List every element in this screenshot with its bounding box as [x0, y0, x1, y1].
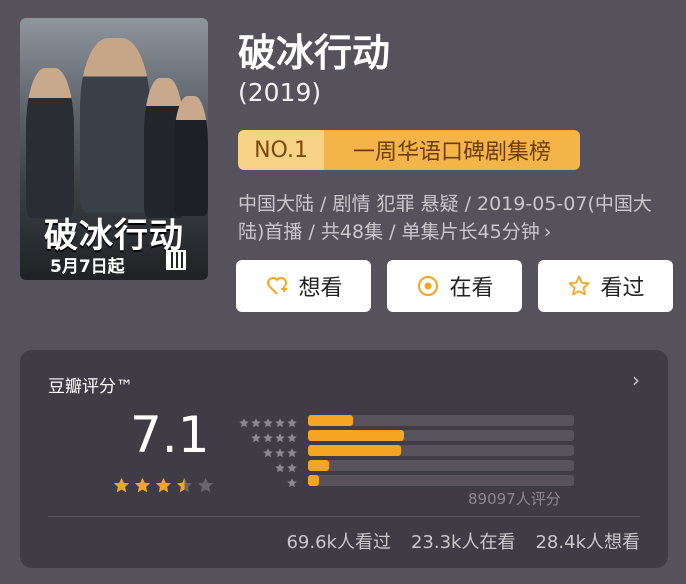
- rating-count: 89097人评分: [468, 490, 561, 508]
- distribution-row: [232, 442, 574, 458]
- chevron-right-icon: ›: [543, 221, 552, 243]
- rating-stars: [112, 476, 215, 495]
- mini-star-icon: [287, 478, 297, 488]
- star-filled-icon: [112, 476, 131, 495]
- poster-date-art: 5月7日起: [50, 257, 125, 277]
- star-filled-icon: [133, 476, 152, 495]
- action-buttons: 想看 在看 看过: [236, 260, 673, 312]
- distribution-track: [308, 460, 574, 471]
- distribution-row: [232, 427, 574, 443]
- distribution-bar: [308, 445, 402, 456]
- heart-plus-icon: [264, 273, 290, 299]
- poster-qr-code: [166, 250, 186, 270]
- audience-stats: 69.6k人看过 23.3k人在看 28.4k人想看: [286, 528, 640, 554]
- distribution-row: [232, 412, 574, 428]
- poster-figure: [174, 96, 208, 216]
- ranking-badge[interactable]: NO.1 一周华语口碑剧集榜: [238, 130, 580, 170]
- distribution-track: [308, 475, 574, 486]
- star-half-icon: [175, 476, 194, 495]
- star-filled-icon: [154, 476, 173, 495]
- distribution-track: [308, 445, 574, 456]
- star-level-icons: [232, 474, 298, 493]
- watching-count[interactable]: 23.3k人在看: [411, 528, 516, 554]
- rating-card[interactable]: 豆瓣评分™ › 7.1 89097人评分 69.6k人看过 23.3k人在看 2…: [20, 350, 668, 568]
- chevron-right-icon[interactable]: ›: [632, 368, 640, 392]
- want-count[interactable]: 28.4k人想看: [535, 528, 640, 554]
- watching-label: 在看: [449, 276, 494, 301]
- rating-score: 7.1: [130, 406, 210, 464]
- watched-button[interactable]: 看过: [538, 260, 673, 312]
- distribution-bar: [308, 415, 354, 426]
- watched-count[interactable]: 69.6k人看过: [286, 528, 391, 554]
- distribution-bar: [308, 460, 330, 471]
- watching-button[interactable]: 在看: [387, 260, 522, 312]
- divider: [48, 516, 640, 517]
- distribution-track: [308, 430, 574, 441]
- poster-image[interactable]: 破冰行动 5月7日起: [20, 18, 208, 280]
- target-icon: [415, 273, 441, 299]
- release-year: (2019): [238, 78, 322, 107]
- poster-figure: [80, 38, 150, 213]
- distribution-row: [232, 472, 574, 488]
- star-empty-icon: [196, 476, 215, 495]
- metadata-text: 中国大陆 / 剧情 犯罪 悬疑 / 2019-05-07(中国大陆)首播 / 共…: [238, 193, 652, 243]
- watched-label: 看过: [600, 276, 645, 301]
- want-to-watch-button[interactable]: 想看: [236, 260, 371, 312]
- want-to-watch-label: 想看: [298, 276, 343, 301]
- distribution-bar: [308, 430, 404, 441]
- distribution-track: [308, 415, 574, 426]
- show-metadata[interactable]: 中国大陆 / 剧情 犯罪 悬疑 / 2019-05-07(中国大陆)首播 / 共…: [238, 190, 670, 246]
- distribution-row: [232, 457, 574, 473]
- distribution-bar: [308, 475, 319, 486]
- rating-header: 豆瓣评分™: [48, 377, 133, 397]
- star-outline-icon: [566, 273, 592, 299]
- ranking-number: NO.1: [238, 130, 324, 170]
- poster-figure: [26, 68, 74, 218]
- page-title: 破冰行动: [238, 31, 391, 75]
- ranking-label: 一周华语口碑剧集榜: [324, 130, 580, 170]
